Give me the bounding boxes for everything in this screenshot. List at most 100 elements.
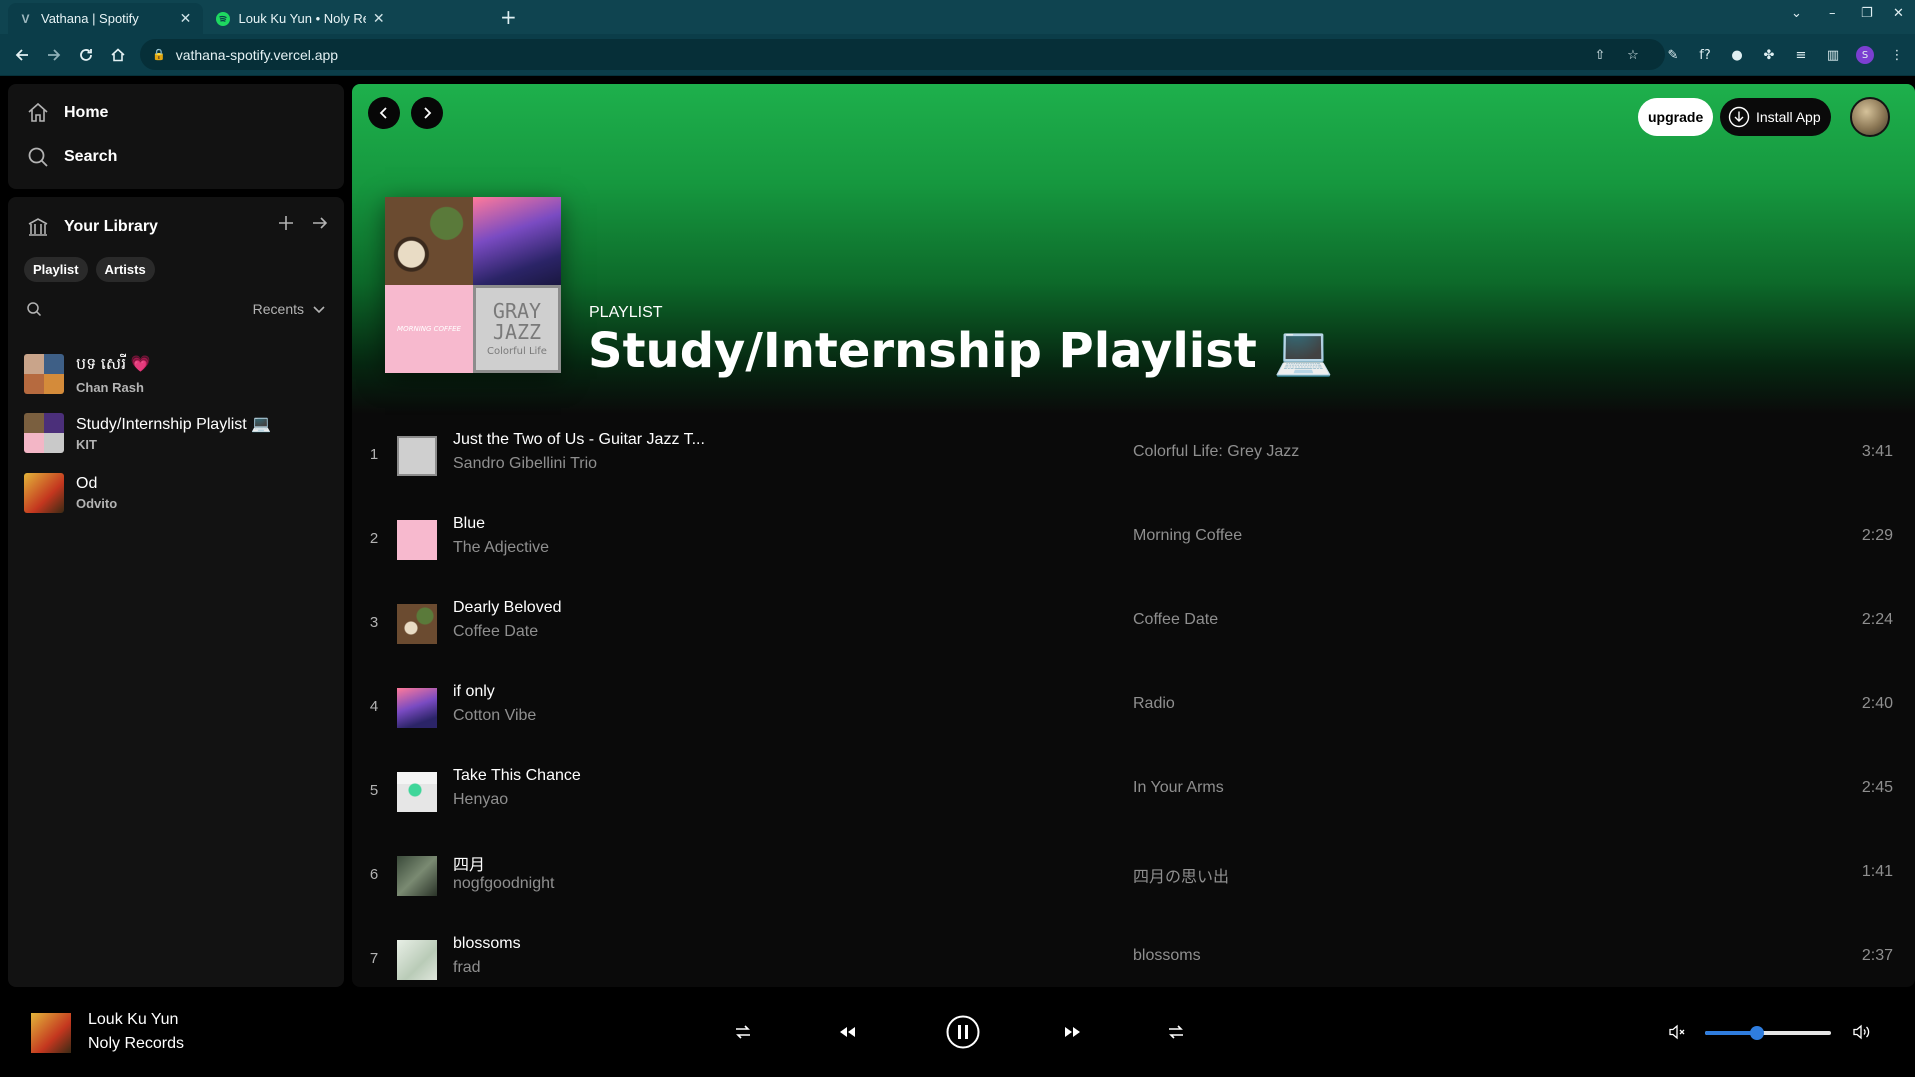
- track-artist[interactable]: nogfgoodnight: [453, 875, 554, 893]
- repeat-button[interactable]: [1162, 1018, 1190, 1046]
- close-window-icon[interactable]: ✕: [1893, 6, 1904, 21]
- volume-slider-fill: [1705, 1031, 1757, 1035]
- track-number: 6: [369, 866, 379, 883]
- library-item-owner: Odvito: [76, 496, 118, 511]
- track-row[interactable]: 4 if only Cotton Vibe Radio 2:40: [352, 666, 1915, 750]
- upgrade-button[interactable]: upgrade: [1638, 98, 1714, 136]
- library-item-title: Od: [76, 475, 98, 492]
- nav-home[interactable]: Home: [26, 101, 108, 125]
- go-back-button[interactable]: [368, 97, 400, 129]
- volume-slider-knob[interactable]: [1749, 1026, 1764, 1040]
- color-picker-extension-icon[interactable]: ✎: [1663, 45, 1683, 65]
- track-title[interactable]: Dearly Beloved: [453, 599, 562, 617]
- now-playing-cover[interactable]: [31, 1013, 71, 1053]
- track-cover: [397, 940, 437, 980]
- volume-muted-icon: [1669, 1024, 1685, 1040]
- track-title[interactable]: blossoms: [453, 935, 521, 953]
- cover-colorful-life-text: Colorful Life: [487, 345, 547, 357]
- track-album[interactable]: Morning Coffee: [1133, 527, 1242, 545]
- track-row[interactable]: 6 四月 nogfgoodnight 四月の思い出 1:41: [352, 834, 1915, 918]
- nav-home-label: Home: [64, 104, 109, 121]
- track-row[interactable]: 1 Just the Two of Us - Guitar Jazz T... …: [352, 414, 1915, 498]
- track-title[interactable]: 四月: [453, 851, 485, 875]
- install-app-button[interactable]: Install App: [1720, 98, 1831, 136]
- track-row[interactable]: 5 Take This Chance Henyao In Your Arms 2…: [352, 750, 1915, 834]
- track-title[interactable]: if only: [453, 683, 495, 701]
- forward-icon[interactable]: [43, 44, 65, 66]
- library-item[interactable]: Study/Internship Playlist 💻 KIT: [24, 413, 271, 453]
- reading-list-icon[interactable]: ≡: [1791, 45, 1811, 65]
- your-library-button[interactable]: Your Library: [26, 215, 158, 239]
- now-playing-artist[interactable]: Noly Records: [88, 1035, 184, 1053]
- library-item[interactable]: បទ សេរី 💗 Chan Rash: [24, 353, 151, 395]
- track-album[interactable]: Coffee Date: [1133, 611, 1218, 629]
- restore-icon[interactable]: ❐: [1861, 6, 1873, 21]
- back-icon[interactable]: [11, 44, 33, 66]
- next-button[interactable]: [1059, 1018, 1087, 1046]
- previous-button[interactable]: [833, 1018, 861, 1046]
- home-icon[interactable]: [107, 44, 129, 66]
- track-artist[interactable]: frad: [453, 959, 481, 977]
- track-album[interactable]: Radio: [1133, 695, 1175, 713]
- track-artist[interactable]: Henyao: [453, 791, 508, 809]
- arrow-right-icon[interactable]: [312, 215, 328, 231]
- library-item[interactable]: Od Odvito: [24, 473, 117, 513]
- volume-slider[interactable]: [1705, 1026, 1831, 1040]
- track-row[interactable]: 2 Blue The Adjective Morning Coffee 2:29: [352, 498, 1915, 582]
- track-row[interactable]: 3 Dearly Beloved Coffee Date Coffee Date…: [352, 582, 1915, 666]
- track-duration: 2:24: [1861, 611, 1893, 628]
- playlist-cover: MORNING COFFEE GRAY JAZZ Colorful Life: [385, 197, 561, 373]
- minimize-icon[interactable]: –: [1829, 6, 1836, 21]
- sort-recents-button[interactable]: Recents: [253, 301, 326, 317]
- profile-avatar-icon[interactable]: S: [1855, 45, 1875, 65]
- now-playing-title[interactable]: Louk Ku Yun: [88, 1011, 178, 1029]
- close-tab-icon[interactable]: ✕: [372, 10, 387, 27]
- plus-icon[interactable]: [278, 215, 294, 231]
- go-forward-button[interactable]: [411, 97, 443, 129]
- lock-icon: 🔒: [152, 49, 166, 61]
- reload-icon[interactable]: [75, 44, 97, 66]
- new-tab-icon[interactable]: +: [500, 5, 517, 29]
- cover-tile-morning-coffee: MORNING COFFEE: [385, 285, 473, 373]
- track-artist[interactable]: Coffee Date: [453, 623, 538, 641]
- track-album[interactable]: 四月の思い出: [1133, 863, 1229, 887]
- browser-tab-louk-ku-yun[interactable]: Louk Ku Yun • Noly Records ✕: [206, 3, 396, 34]
- extensions-puzzle-icon[interactable]: ✤: [1759, 45, 1779, 65]
- share-icon[interactable]: ⇧: [1590, 45, 1610, 65]
- track-album[interactable]: In Your Arms: [1133, 779, 1224, 797]
- track-duration: 3:41: [1861, 443, 1893, 460]
- library-item-owner: Chan Rash: [76, 380, 144, 395]
- browser-tab-vathana[interactable]: V Vathana | Spotify ✕: [8, 3, 203, 34]
- track-artist[interactable]: Cotton Vibe: [453, 707, 536, 725]
- bookmark-star-icon[interactable]: ☆: [1623, 45, 1643, 65]
- chip-artists[interactable]: Artists: [95, 257, 155, 282]
- track-title[interactable]: Take This Chance: [453, 767, 581, 785]
- track-artist[interactable]: Sandro Gibellini Trio: [453, 455, 597, 473]
- user-avatar[interactable]: [1850, 97, 1890, 137]
- track-title[interactable]: Blue: [453, 515, 485, 533]
- browser-menu-icon[interactable]: ⋮: [1887, 45, 1907, 65]
- side-panel-icon[interactable]: ▥: [1823, 45, 1843, 65]
- album-cover-thumb: [24, 473, 64, 513]
- track-row[interactable]: 7 blossoms frad blossoms 2:37: [352, 918, 1915, 987]
- fast-forward-icon: [1065, 1027, 1080, 1037]
- close-tab-icon[interactable]: ✕: [178, 10, 193, 27]
- track-duration: 2:29: [1861, 527, 1893, 544]
- font-extension-icon[interactable]: f?: [1695, 45, 1715, 65]
- shuffle-button[interactable]: [729, 1018, 757, 1046]
- track-album[interactable]: Colorful Life: Grey Jazz: [1133, 443, 1299, 461]
- track-title[interactable]: Just the Two of Us - Guitar Jazz T...: [453, 431, 705, 449]
- track-number: 3: [369, 614, 379, 631]
- nav-search[interactable]: Search: [26, 145, 117, 169]
- url-field[interactable]: 🔒 vathana-spotify.vercel.app: [140, 39, 1665, 70]
- tab-search-icon[interactable]: ⌄: [1791, 6, 1802, 21]
- track-album[interactable]: blossoms: [1133, 947, 1201, 965]
- track-artist[interactable]: The Adjective: [453, 539, 549, 557]
- pause-button[interactable]: [945, 1014, 981, 1050]
- mute-button[interactable]: [1663, 1018, 1691, 1046]
- mic-extension-icon[interactable]: ●: [1727, 45, 1747, 65]
- chip-playlist[interactable]: Playlist: [24, 257, 88, 282]
- library-search-icon[interactable]: [26, 301, 42, 321]
- volume-button[interactable]: [1847, 1018, 1875, 1046]
- address-bar: 🔒 vathana-spotify.vercel.app ⇧ ☆ ✎ f? ● …: [0, 34, 1915, 76]
